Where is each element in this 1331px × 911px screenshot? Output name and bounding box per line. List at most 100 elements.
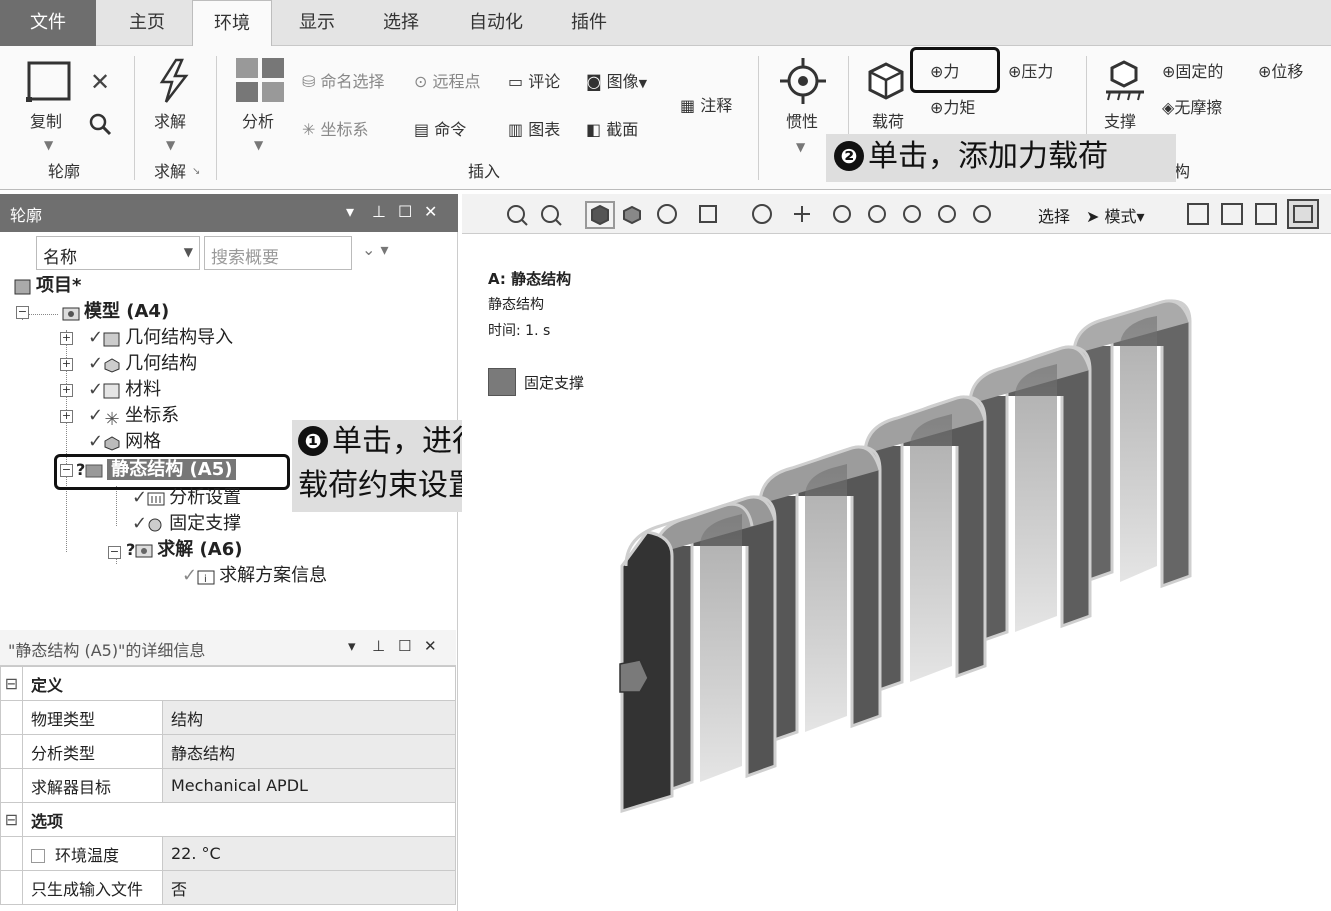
- chevron-down-icon[interactable]: ⌄ ▾: [362, 240, 389, 259]
- close-icon[interactable]: ✕: [424, 202, 437, 221]
- graphics-viewport[interactable]: A: 静态结构 静态结构 时间: 1. s 固定支撑: [462, 236, 1331, 911]
- tab-selection[interactable]: 选择: [372, 0, 430, 46]
- comment-button[interactable]: ▭ 评论: [508, 68, 560, 92]
- image-button[interactable]: ◙ 图像▼: [586, 68, 647, 92]
- comment-icon: ▭: [508, 72, 524, 91]
- load-cube-icon[interactable]: [866, 60, 908, 104]
- tree-item-fixed-support[interactable]: ✓ 固定支撑: [132, 512, 241, 536]
- pin-icon[interactable]: ⊥: [372, 202, 386, 221]
- tree-item-solution[interactable]: ? 求解 (A6): [126, 538, 242, 562]
- details-row[interactable]: 环境温度 22. °C: [0, 836, 456, 871]
- serpentine-model[interactable]: [462, 236, 1331, 911]
- details-row[interactable]: 求解器目标 Mechanical APDL: [0, 768, 456, 803]
- tab-home[interactable]: 主页: [118, 0, 176, 46]
- expand-icon[interactable]: +: [60, 358, 73, 371]
- dialog-launcher-icon[interactable]: ↘: [192, 166, 200, 177]
- mode-button[interactable]: ➤ 模式▾: [1086, 203, 1145, 227]
- check-icon: ✓: [88, 379, 104, 400]
- maximize-icon[interactable]: ☐: [398, 637, 411, 655]
- delete-icon[interactable]: ✕: [90, 68, 110, 96]
- inertia-button[interactable]: 惯性: [786, 108, 818, 132]
- tree-item-materials[interactable]: ✓ 材料: [88, 378, 161, 402]
- collapse-icon[interactable]: ⊟: [0, 666, 23, 701]
- tab-environment[interactable]: 环境: [192, 0, 272, 47]
- section-button[interactable]: ◧ 截面: [586, 116, 638, 140]
- duplicate-icon[interactable]: [26, 60, 74, 108]
- details-value[interactable]: 静态结构: [162, 734, 456, 769]
- tree-item-coordinate-systems[interactable]: ✓✳ 坐标系: [88, 404, 179, 430]
- maximize-icon[interactable]: ☐: [398, 202, 412, 221]
- duplicate-button[interactable]: 复制: [30, 108, 62, 132]
- view-tools-icons[interactable]: [502, 194, 1062, 234]
- checkbox[interactable]: [31, 848, 45, 863]
- analysis-settings-icon: [147, 490, 165, 506]
- pressure-button[interactable]: ⊕压力: [1008, 58, 1053, 82]
- tab-display[interactable]: 显示: [288, 0, 346, 46]
- details-section-row[interactable]: ⊟ 定义: [0, 666, 456, 701]
- chevron-down-icon[interactable]: ▼: [44, 138, 53, 152]
- expand-icon[interactable]: +: [60, 332, 73, 345]
- named-selection-button[interactable]: ⛁ 命名选择: [302, 68, 385, 92]
- analysis-button[interactable]: 分析: [242, 108, 274, 132]
- details-row[interactable]: 只生成输入文件 否: [0, 870, 456, 905]
- panel-menu-icon[interactable]: ▾: [346, 202, 354, 221]
- tab-automation[interactable]: 自动化: [456, 0, 536, 46]
- details-section-row[interactable]: ⊟ 选项: [0, 802, 456, 837]
- collapse-icon[interactable]: −: [108, 546, 121, 559]
- chart-button[interactable]: ▥ 图表: [508, 116, 560, 140]
- tree-item-mesh[interactable]: ✓ 网格: [88, 430, 161, 454]
- details-value[interactable]: 否: [162, 870, 456, 905]
- tree-item-geometry[interactable]: ✓ 几何结构: [88, 352, 197, 376]
- tab-plugins[interactable]: 插件: [560, 0, 618, 46]
- selection-filter-icons[interactable]: [1184, 194, 1324, 234]
- command-button[interactable]: ▤ 命令: [414, 116, 466, 140]
- filter-select[interactable]: 名称 ▼: [36, 236, 200, 270]
- expand-icon[interactable]: +: [60, 410, 73, 423]
- tree-item-geometry-import[interactable]: ✓ 几何结构导入: [88, 326, 233, 350]
- solve-button[interactable]: 求解: [154, 108, 186, 132]
- command-icon: ▤: [414, 120, 430, 139]
- frictionless-support-button[interactable]: ◈无摩擦: [1162, 94, 1222, 118]
- collapse-icon[interactable]: −: [16, 306, 29, 319]
- tree-item-solution-information[interactable]: ✓ i 求解方案信息: [182, 564, 327, 588]
- chevron-down-icon[interactable]: ▼: [254, 138, 263, 152]
- chevron-down-icon: ▼: [183, 245, 193, 259]
- details-value[interactable]: Mechanical APDL: [162, 768, 456, 803]
- tree-item-analysis-settings[interactable]: ✓ 分析设置: [132, 486, 241, 510]
- collapse-icon[interactable]: ⊟: [0, 802, 23, 837]
- tree-item-model[interactable]: 模型 (A4): [62, 300, 169, 324]
- details-row[interactable]: 物理类型 结构: [0, 700, 456, 735]
- details-value[interactable]: 22. °C: [162, 836, 456, 871]
- loads-button[interactable]: 载荷: [872, 108, 904, 132]
- materials-icon: [103, 382, 121, 399]
- panel-menu-icon[interactable]: ▾: [348, 637, 356, 655]
- group-label-partial: 构: [1174, 162, 1191, 181]
- pin-icon[interactable]: ⊥: [372, 637, 385, 655]
- analysis-icon[interactable]: [236, 58, 286, 106]
- annotation-button[interactable]: ▦ 注释: [680, 92, 732, 116]
- details-row[interactable]: 分析类型 静态结构: [0, 734, 456, 769]
- details-value[interactable]: 结构: [162, 700, 456, 735]
- moment-button[interactable]: ⊕力矩: [930, 94, 975, 118]
- inertia-icon[interactable]: [780, 58, 826, 108]
- find-icon[interactable]: [88, 112, 112, 140]
- search-outline-input[interactable]: 搜索概要: [204, 236, 352, 270]
- support-icon[interactable]: [1104, 58, 1146, 108]
- details-panel-title: "静态结构 (A5)"的详细信息: [8, 641, 206, 660]
- tree-item-project[interactable]: 项目*: [14, 274, 81, 298]
- lightning-icon[interactable]: [156, 58, 190, 108]
- static-structural-highlight-box: [54, 454, 290, 490]
- chevron-down-icon[interactable]: ▼: [166, 138, 175, 152]
- displacement-button[interactable]: ⊕位移: [1258, 58, 1303, 82]
- select-button[interactable]: 选择: [1038, 203, 1070, 227]
- tab-file[interactable]: 文件: [0, 0, 96, 46]
- mesh-icon: [103, 434, 121, 451]
- close-icon[interactable]: ✕: [424, 637, 437, 655]
- fixed-support-button[interactable]: ⊕固定的: [1162, 58, 1223, 82]
- coordinate-system-button[interactable]: ✳ 坐标系: [302, 116, 369, 140]
- chevron-down-icon[interactable]: ▼: [796, 140, 805, 154]
- details-key: 分析类型: [22, 734, 163, 769]
- supports-button[interactable]: 支撑: [1104, 108, 1136, 132]
- remote-point-button[interactable]: ⊙ 远程点: [414, 68, 481, 92]
- expand-icon[interactable]: +: [60, 384, 73, 397]
